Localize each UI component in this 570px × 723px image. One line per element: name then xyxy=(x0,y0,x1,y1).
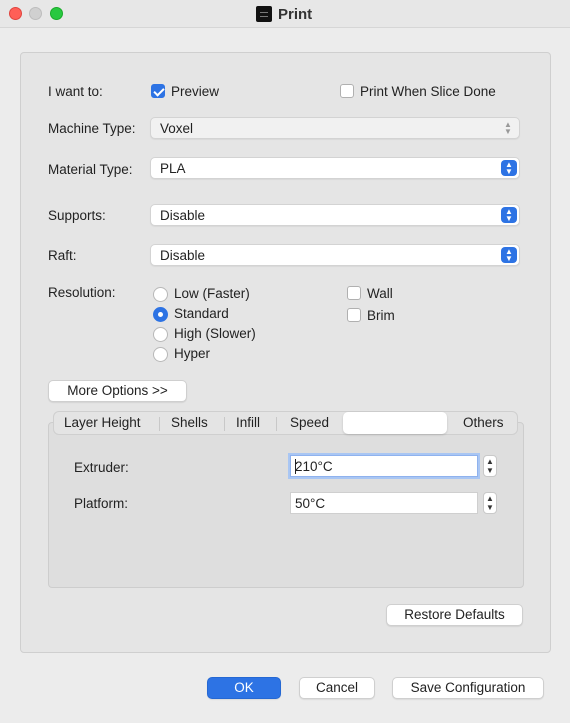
minimize-window-button[interactable] xyxy=(29,7,42,20)
print-when-done-label[interactable]: Print When Slice Done xyxy=(360,84,496,99)
tab-speed[interactable]: Speed xyxy=(290,415,329,430)
tab-infill[interactable]: Infill xyxy=(236,415,260,430)
i-want-to-label: I want to: xyxy=(48,84,103,99)
extruder-temp-value: 210°C xyxy=(295,459,333,474)
wall-label[interactable]: Wall xyxy=(367,286,393,301)
material-type-label: Material Type: xyxy=(48,162,133,177)
tab-bar: Layer Height Shells Infill Speed Others xyxy=(53,411,518,435)
extruder-temp-stepper[interactable]: ▲ ▼ xyxy=(483,455,497,477)
resolution-standard-label[interactable]: Standard xyxy=(174,306,229,321)
resolution-label: Resolution: xyxy=(48,285,116,300)
raft-select[interactable]: Disable ▲ ▼ xyxy=(150,244,520,266)
more-options-button[interactable]: More Options >> xyxy=(48,380,187,402)
machine-type-select[interactable]: Voxel ▲ ▼ xyxy=(150,117,520,139)
resolution-high-label[interactable]: High (Slower) xyxy=(174,326,256,341)
resolution-low-label[interactable]: Low (Faster) xyxy=(174,286,250,301)
tab-layer-height[interactable]: Layer Height xyxy=(64,415,141,430)
brim-checkbox[interactable] xyxy=(347,308,361,322)
brim-label[interactable]: Brim xyxy=(367,308,395,323)
ok-button[interactable]: OK xyxy=(207,677,281,699)
printer-app-icon xyxy=(256,6,272,22)
tab-divider xyxy=(276,417,277,431)
machine-type-label: Machine Type: xyxy=(48,121,136,136)
window-title: Print xyxy=(278,5,313,23)
title-bar: Print xyxy=(0,0,570,28)
platform-label: Platform: xyxy=(74,496,129,511)
tab-divider xyxy=(159,417,160,431)
wall-checkbox[interactable] xyxy=(347,286,361,300)
supports-select[interactable]: Disable ▲ ▼ xyxy=(150,204,520,226)
platform-temp-field[interactable]: 50°C xyxy=(290,492,478,514)
window-title-group: Print xyxy=(256,4,312,24)
resolution-high-radio[interactable] xyxy=(153,327,168,342)
material-type-select[interactable]: PLA ▲ ▼ xyxy=(150,157,520,179)
raft-value: Disable xyxy=(160,248,206,263)
extruder-label: Extruder: xyxy=(74,460,129,475)
supports-label: Supports: xyxy=(48,208,106,223)
tab-temperature-selected[interactable] xyxy=(343,412,447,434)
raft-label: Raft: xyxy=(48,248,77,263)
up-down-chevron-icon: ▲ ▼ xyxy=(504,120,512,136)
up-down-chevron-icon: ▲ ▼ xyxy=(501,160,517,176)
maximize-window-button[interactable] xyxy=(50,7,63,20)
close-window-button[interactable] xyxy=(9,7,22,20)
tab-divider xyxy=(224,417,225,431)
restore-defaults-button[interactable]: Restore Defaults xyxy=(386,604,523,626)
tab-others[interactable]: Others xyxy=(463,415,504,430)
supports-value: Disable xyxy=(160,208,206,223)
tab-shells[interactable]: Shells xyxy=(171,415,208,430)
preview-label[interactable]: Preview xyxy=(171,84,219,99)
save-configuration-button[interactable]: Save Configuration xyxy=(392,677,544,699)
up-down-chevron-icon: ▲ ▼ xyxy=(501,247,517,263)
resolution-low-radio[interactable] xyxy=(153,287,168,302)
machine-type-value: Voxel xyxy=(160,121,194,136)
preview-checkbox[interactable] xyxy=(151,84,165,98)
platform-temp-value: 50°C xyxy=(295,496,326,511)
resolution-standard-radio[interactable] xyxy=(153,307,168,322)
up-down-chevron-icon: ▲ ▼ xyxy=(501,207,517,223)
extruder-temp-field[interactable]: 210°C xyxy=(290,455,478,477)
resolution-hyper-radio[interactable] xyxy=(153,347,168,362)
platform-temp-stepper[interactable]: ▲ ▼ xyxy=(483,492,497,514)
print-when-done-checkbox[interactable] xyxy=(340,84,354,98)
material-type-value: PLA xyxy=(160,161,186,176)
cancel-button[interactable]: Cancel xyxy=(299,677,375,699)
resolution-hyper-label[interactable]: Hyper xyxy=(174,346,210,361)
